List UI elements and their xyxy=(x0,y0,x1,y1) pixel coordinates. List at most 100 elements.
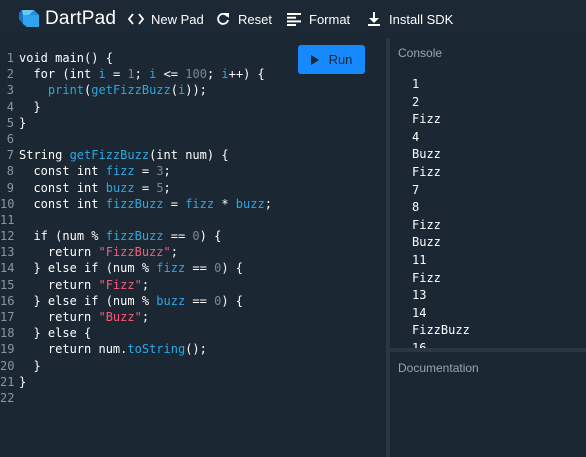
console-line: 4 xyxy=(412,129,420,144)
code-token: } xyxy=(19,358,41,373)
format-button[interactable]: Format xyxy=(286,9,350,29)
code-token: if xyxy=(33,229,56,244)
code-editor[interactable]: 1 void main() {2 for (int i = 1; i <= 100… xyxy=(0,38,386,457)
code-line[interactable]: 5} xyxy=(0,115,272,131)
code-text: } xyxy=(19,358,41,374)
documentation-panel: Documentation xyxy=(390,352,586,457)
code-token: ++) { xyxy=(228,67,265,82)
install-sdk-button[interactable]: Install SDK xyxy=(366,9,453,29)
code-line[interactable]: 7 String getFizzBuzz(int num) { xyxy=(0,147,272,163)
code-text: const int fizzBuzz = fizz * buzz; xyxy=(19,196,271,212)
code-token: ; xyxy=(141,277,150,292)
line-number: 22 xyxy=(0,390,15,405)
code-line[interactable]: 10 const int fizzBuzz = fizz * buzz; xyxy=(0,196,272,212)
code-text: return num.toString(); xyxy=(19,341,207,357)
line-number: 10 xyxy=(0,196,15,211)
code-token: == xyxy=(163,229,193,244)
code-line[interactable]: 19 return num.toString(); xyxy=(0,341,272,357)
run-label: Run xyxy=(328,52,353,67)
code-line[interactable]: 1 void main() { xyxy=(0,50,272,66)
code-token: return xyxy=(47,342,99,357)
code-token: fizz xyxy=(105,164,135,179)
code-brackets-icon xyxy=(128,11,144,27)
code-line[interactable]: 18 } else { xyxy=(0,325,272,341)
code-line[interactable]: 15 return "Fizz"; xyxy=(0,277,272,293)
code-line[interactable]: 2 for (int i = 1; i <= 100; i++) { xyxy=(0,66,272,82)
code-line[interactable]: 11 xyxy=(0,212,272,228)
code-token: ; xyxy=(206,67,222,82)
code-token: int xyxy=(69,67,99,82)
line-number: 13 xyxy=(0,245,15,260)
code-token: ) { xyxy=(221,293,244,308)
console-line: Fizz xyxy=(412,270,441,285)
code-text: String getFizzBuzz(int num) { xyxy=(19,147,229,163)
code-token: } xyxy=(19,99,41,114)
code-text: return "Fizz"; xyxy=(19,277,149,293)
code-line[interactable]: 22 xyxy=(0,390,272,406)
line-number: 19 xyxy=(0,342,15,357)
code-token: buzz xyxy=(105,180,135,195)
code-token: for xyxy=(33,67,63,82)
line-number: 8 xyxy=(6,164,14,179)
console-title: Console xyxy=(398,46,443,60)
app-title[interactable]: DartPad xyxy=(45,8,116,30)
code-token: num) { xyxy=(185,148,229,163)
code-line[interactable]: 6 xyxy=(0,131,272,147)
code-token: ) { xyxy=(221,261,244,276)
code-token: 3 xyxy=(156,164,164,179)
console-line: FizzBuzz xyxy=(412,323,470,338)
code-token: "Fizz" xyxy=(98,277,142,292)
console-line: 2 xyxy=(412,94,420,109)
console-line: 11 xyxy=(412,252,427,267)
align-lines-icon xyxy=(286,11,302,27)
code-token: "FizzBuzz" xyxy=(98,245,171,260)
code-token: 0 xyxy=(192,229,200,244)
code-line[interactable]: 20 } xyxy=(0,358,272,374)
code-token: const xyxy=(33,196,77,211)
code-line[interactable]: 17 return "Buzz"; xyxy=(0,309,272,325)
reset-button[interactable]: Reset xyxy=(215,9,272,29)
refresh-icon xyxy=(215,11,231,27)
code-token: = xyxy=(134,164,157,179)
code-line[interactable]: 9 const int buzz = 5; xyxy=(0,180,272,196)
code-line[interactable]: 14 } else if (num % fizz == 0) { xyxy=(0,260,272,276)
code-token: main() { xyxy=(55,51,113,65)
code-line[interactable]: 13 return "FizzBuzz"; xyxy=(0,244,272,260)
code-line[interactable]: 4 } xyxy=(0,99,272,115)
code-line[interactable]: 3 print(getFizzBuzz(i)); xyxy=(0,82,272,98)
code-line[interactable]: 8 const int fizz = 3; xyxy=(0,163,272,179)
line-number: 11 xyxy=(0,212,15,227)
code-line[interactable]: 12 if (num % fizzBuzz == 0) { xyxy=(0,228,272,244)
code-lines[interactable]: 1 void main() {2 for (int i = 1; i <= 100… xyxy=(0,50,272,406)
console-line: Buzz xyxy=(412,147,441,162)
code-token: = xyxy=(105,67,128,82)
code-token: <= xyxy=(156,67,186,82)
code-token: String xyxy=(19,148,70,163)
code-token: int xyxy=(76,196,106,211)
code-token: fizzBuzz xyxy=(105,229,164,244)
code-line[interactable]: 16 } else if (num % buzz == 0) { xyxy=(0,293,272,309)
new-pad-button[interactable]: New Pad xyxy=(128,9,204,29)
format-label: Format xyxy=(309,11,351,27)
code-line[interactable]: 21} xyxy=(0,374,272,390)
line-number: 1 xyxy=(6,51,14,65)
code-token: toString xyxy=(127,342,186,357)
line-number: 14 xyxy=(0,261,15,276)
code-token: i xyxy=(98,67,106,82)
line-number: 9 xyxy=(6,180,14,195)
code-token: } xyxy=(19,293,48,308)
line-number: 7 xyxy=(6,148,14,163)
console-line: 16 xyxy=(412,340,427,348)
code-token: ; xyxy=(134,67,150,82)
code-token: ; xyxy=(141,310,150,324)
code-token: ; xyxy=(163,164,171,179)
code-token: const xyxy=(33,164,77,179)
run-button[interactable]: Run xyxy=(298,45,365,74)
code-text: return "Buzz"; xyxy=(19,309,149,325)
reset-label: Reset xyxy=(238,11,272,27)
